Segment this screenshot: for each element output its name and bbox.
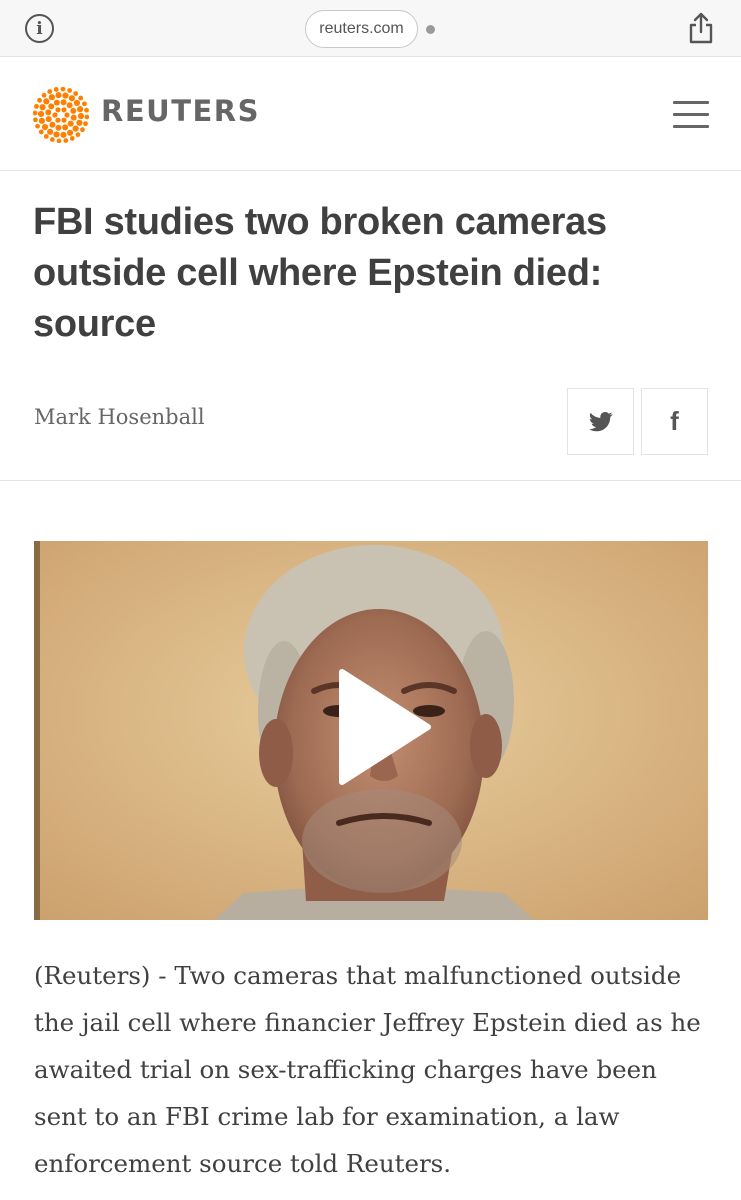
article-lead-paragraph: (Reuters) - Two cameras that malfunction… bbox=[34, 961, 701, 1178]
reuters-logo-icon[interactable] bbox=[33, 87, 89, 143]
brand-wordmark[interactable]: REUTERS bbox=[101, 94, 260, 128]
info-icon[interactable]: i bbox=[25, 14, 54, 43]
facebook-icon: f bbox=[670, 406, 679, 436]
url-text: reuters.com bbox=[319, 20, 404, 37]
hamburger-menu-icon[interactable] bbox=[673, 101, 709, 129]
facebook-share-button[interactable]: f bbox=[641, 388, 708, 455]
header-divider bbox=[0, 480, 741, 481]
article-headline: FBI studies two broken cameras outside c… bbox=[33, 201, 607, 345]
article-byline[interactable]: Mark Hosenball bbox=[34, 405, 205, 429]
loading-dot-icon bbox=[426, 25, 435, 34]
browser-address-bar: i reuters.com bbox=[0, 0, 741, 57]
url-field[interactable]: reuters.com bbox=[305, 10, 418, 48]
share-icon[interactable] bbox=[688, 12, 714, 44]
play-icon[interactable] bbox=[338, 668, 432, 786]
twitter-icon bbox=[588, 411, 612, 431]
site-header: REUTERS bbox=[0, 57, 741, 171]
twitter-share-button[interactable] bbox=[567, 388, 634, 455]
